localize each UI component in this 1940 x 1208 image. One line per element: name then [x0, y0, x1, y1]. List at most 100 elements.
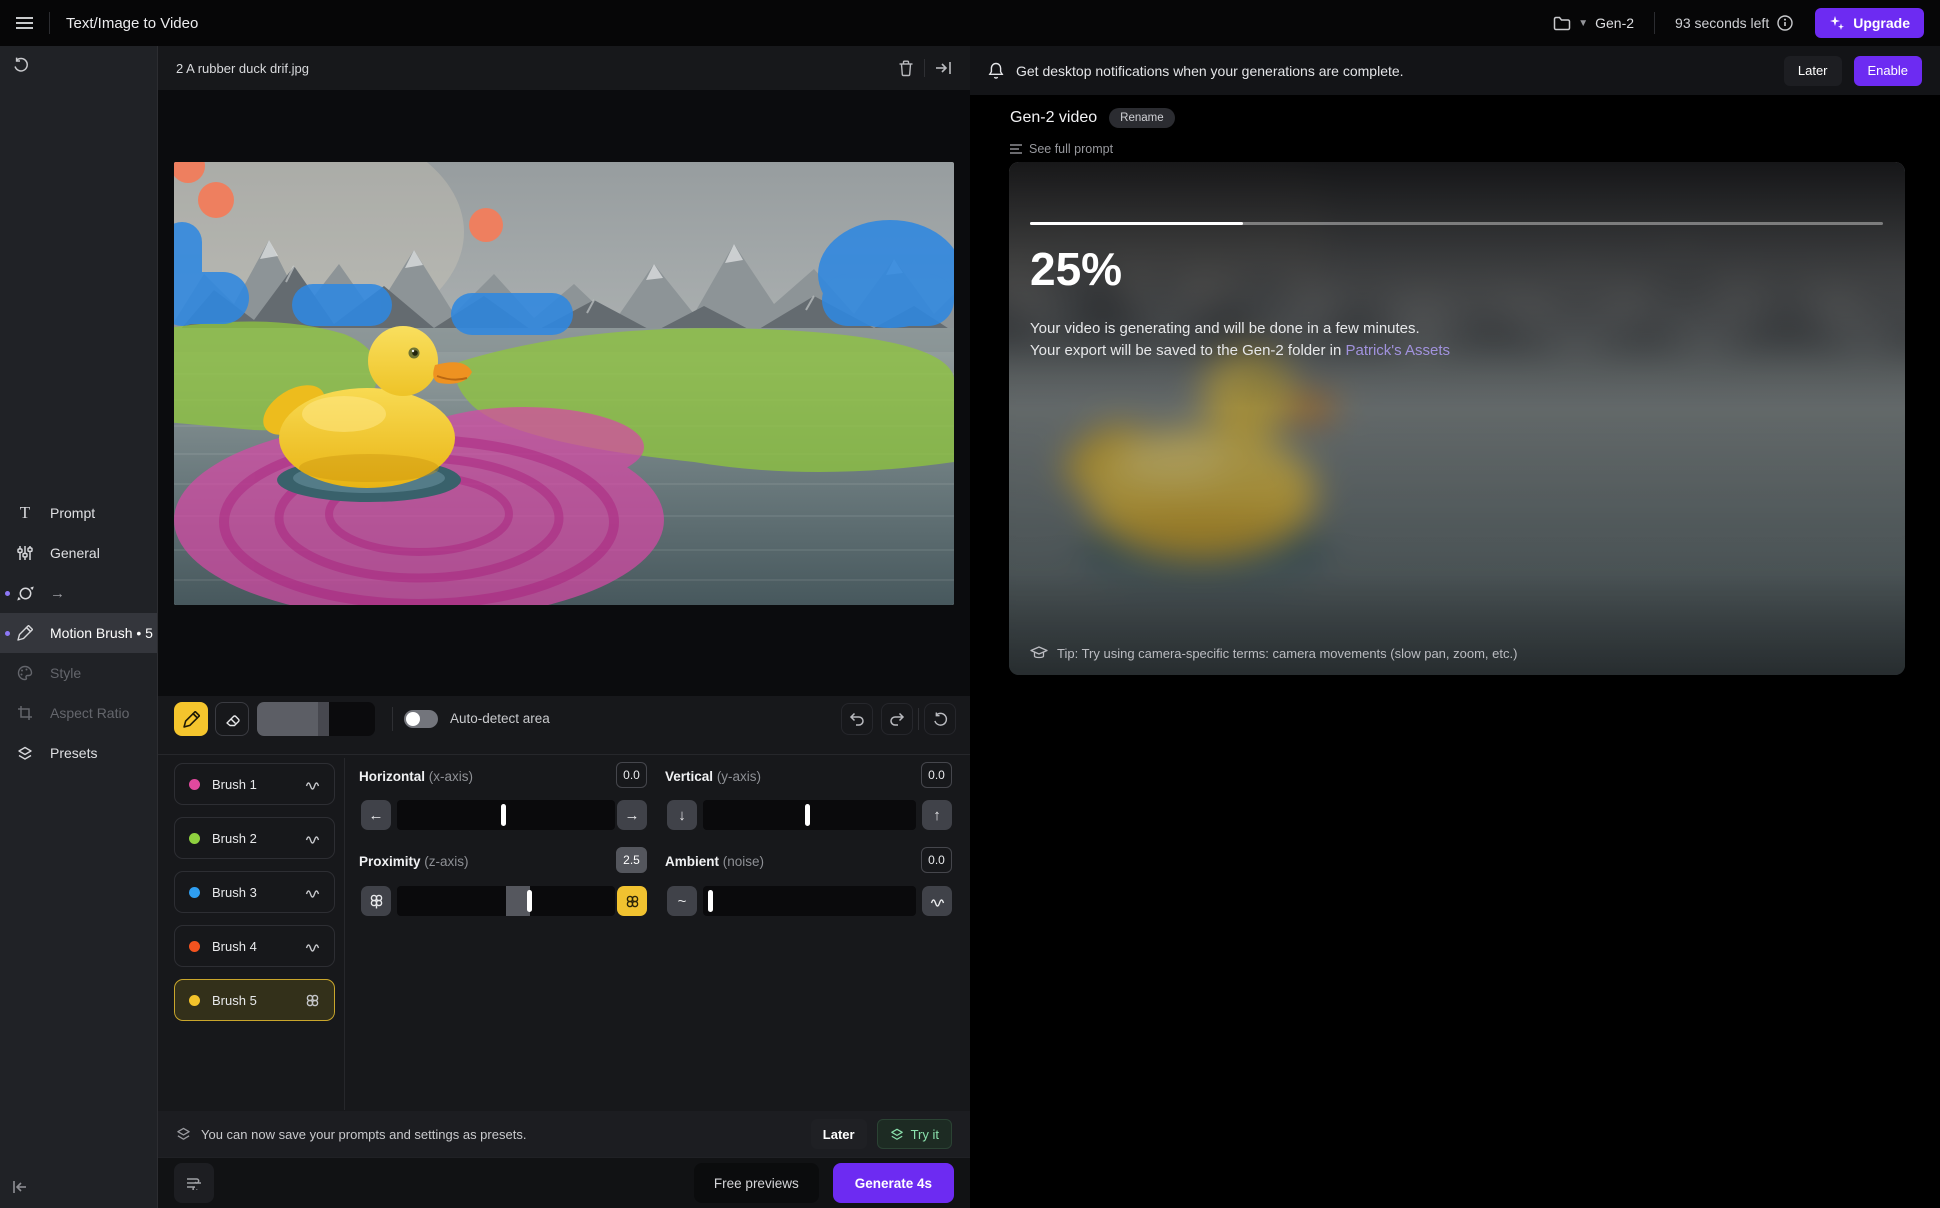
wave-icon — [305, 886, 320, 899]
session-reset-icon[interactable] — [12, 56, 30, 74]
horizontal-right-button[interactable]: → — [617, 800, 647, 830]
eraser-tool-button[interactable] — [215, 702, 249, 736]
notification-bar: Get desktop notifications when your gene… — [970, 46, 1940, 95]
undo-button[interactable] — [841, 703, 873, 735]
free-previews-button[interactable]: Free previews — [694, 1163, 819, 1203]
notification-enable-button[interactable]: Enable — [1854, 56, 1922, 86]
tip-row: Tip: Try using camera-specific terms: ca… — [1030, 646, 1517, 661]
folder-icon — [1553, 16, 1571, 31]
sidebar-item-general[interactable]: General — [0, 533, 157, 573]
see-full-prompt-link[interactable]: See full prompt — [1010, 142, 1113, 156]
brush-icon — [183, 711, 200, 728]
image-canvas[interactable] — [158, 90, 970, 696]
ambient-thumb[interactable] — [708, 890, 713, 912]
brush-color-dot — [189, 779, 200, 790]
brush-size-thumb[interactable] — [318, 702, 329, 736]
canvas-image[interactable] — [174, 162, 954, 605]
top-bar: Text/Image to Video ▼ Gen-2 93 seconds l… — [0, 0, 1940, 46]
wave-icon — [930, 895, 945, 908]
horizontal-value[interactable]: 0.0 — [616, 762, 647, 788]
brush-toolbar: Auto-detect area — [158, 702, 970, 738]
assets-link[interactable]: Patrick's Assets — [1345, 342, 1450, 359]
proximity-away-button[interactable] — [361, 886, 391, 916]
notification-later-button[interactable]: Later — [1784, 56, 1842, 86]
file-header: 2 A rubber duck drif.jpg — [158, 46, 970, 90]
brush-size-slider[interactable] — [257, 702, 375, 736]
motion-settings-button[interactable] — [174, 1163, 214, 1203]
brush-tool-button[interactable] — [174, 702, 208, 736]
collapse-right-icon[interactable] — [935, 61, 952, 75]
status-line-2: Your export will be saved to the Gen-2 f… — [1030, 342, 1450, 359]
sidebar-nav: T Prompt General → Mo — [0, 493, 157, 773]
ambient-slider-label: Ambient (noise) — [665, 854, 764, 869]
layers-icon — [176, 1127, 191, 1141]
vertical-slider-label: Vertical (y-axis) — [665, 769, 761, 784]
proximity-thumb[interactable] — [527, 890, 532, 912]
wave-icon — [305, 832, 320, 845]
brush-3-item[interactable]: Brush 3 — [174, 871, 335, 913]
editor-footer: Free previews Generate 4s — [158, 1157, 970, 1208]
brush-4-item[interactable]: Brush 4 — [174, 925, 335, 967]
presets-later-button[interactable]: Later — [811, 1119, 867, 1149]
progress-bar — [1030, 222, 1883, 225]
list-icon — [1010, 144, 1022, 154]
brush-name: Brush 4 — [212, 939, 257, 954]
hamburger-menu-icon[interactable] — [16, 16, 33, 30]
horizontal-slider[interactable] — [397, 800, 615, 830]
generation-preview-card[interactable]: 25% Your video is generating and will be… — [1009, 162, 1905, 675]
rename-button[interactable]: Rename — [1109, 108, 1174, 128]
redo-button[interactable] — [881, 703, 913, 735]
generation-header: Gen-2 video Rename — [1010, 108, 1175, 128]
sidebar-item-aspect-ratio[interactable]: Aspect Ratio — [0, 693, 157, 733]
active-dot — [5, 591, 10, 596]
output-panel: Get desktop notifications when your gene… — [970, 46, 1940, 1208]
history-divider — [918, 708, 919, 730]
sidebar: T Prompt General → Mo — [0, 46, 158, 1208]
model-selector[interactable]: ▼ Gen-2 — [1553, 15, 1634, 31]
sidebar-item-label: Prompt — [50, 505, 95, 521]
upgrade-button[interactable]: Upgrade — [1815, 8, 1924, 38]
vertical-down-button[interactable]: ↓ — [667, 800, 697, 830]
vertical-slider[interactable] — [703, 800, 916, 830]
ambient-min-button[interactable]: ~ — [667, 886, 697, 916]
trash-icon[interactable] — [898, 60, 914, 77]
brush-icon — [15, 625, 35, 641]
time-left: 93 seconds left — [1675, 15, 1793, 31]
presets-banner-text: You can now save your prompts and settin… — [201, 1127, 526, 1142]
vertical-up-button[interactable]: ↑ — [922, 800, 952, 830]
file-actions-divider — [924, 59, 925, 77]
horizontal-thumb[interactable] — [501, 804, 506, 826]
undo-icon — [849, 712, 865, 726]
sidebar-item-label: Aspect Ratio — [50, 705, 129, 721]
generate-button[interactable]: Generate 4s — [833, 1163, 954, 1203]
auto-detect-toggle[interactable] — [404, 710, 438, 728]
collapse-sidebar-icon[interactable] — [12, 1180, 28, 1194]
flower-stem-icon — [368, 893, 384, 909]
brush-color-dot — [189, 941, 200, 952]
sidebar-item-camera-motion[interactable]: → — [0, 573, 157, 613]
active-dot — [5, 631, 10, 636]
reset-strokes-button[interactable] — [924, 703, 956, 735]
ambient-value[interactable]: 0.0 — [921, 847, 952, 873]
toolbar-divider — [392, 707, 393, 731]
horizontal-left-button[interactable]: ← — [361, 800, 391, 830]
ambient-slider[interactable] — [703, 886, 916, 916]
brush-1-item[interactable]: Brush 1 — [174, 763, 335, 805]
sidebar-item-label: Presets — [50, 745, 97, 761]
presets-try-it-button[interactable]: Try it — [877, 1119, 952, 1149]
proximity-toward-button[interactable] — [617, 886, 647, 916]
sidebar-item-prompt[interactable]: T Prompt — [0, 493, 157, 533]
vertical-value[interactable]: 0.0 — [921, 762, 952, 788]
topbar-right: ▼ Gen-2 93 seconds left Upgrade — [1553, 8, 1924, 38]
ambient-max-button[interactable] — [922, 886, 952, 916]
sidebar-item-presets[interactable]: Presets — [0, 733, 157, 773]
brush-2-item[interactable]: Brush 2 — [174, 817, 335, 859]
proximity-value[interactable]: 2.5 — [616, 847, 647, 873]
sidebar-item-style[interactable]: Style — [0, 653, 157, 693]
info-icon[interactable] — [1777, 15, 1793, 31]
brush-5-item[interactable]: Brush 5 — [174, 979, 335, 1021]
sidebar-item-motion-brush[interactable]: Motion Brush • 5 — [0, 613, 157, 653]
proximity-slider[interactable] — [397, 886, 615, 916]
vertical-thumb[interactable] — [805, 804, 810, 826]
brush-name: Brush 2 — [212, 831, 257, 846]
